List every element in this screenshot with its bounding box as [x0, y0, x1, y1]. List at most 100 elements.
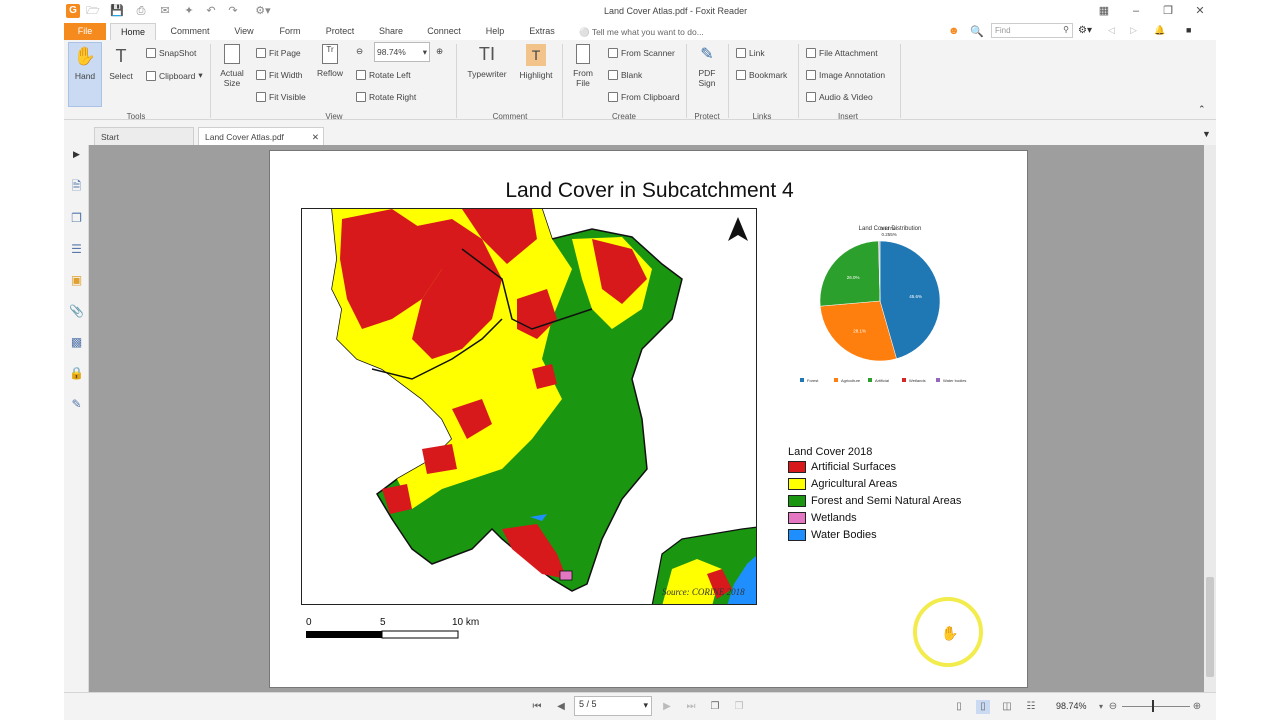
email-icon[interactable]: ✉	[158, 4, 172, 18]
bookmark-button[interactable]: Bookmark	[736, 70, 787, 80]
link-icon	[736, 48, 746, 58]
tab-extras[interactable]: Extras	[526, 23, 558, 40]
single-page-icon[interactable]: ▯	[952, 700, 966, 714]
zoom-in-icon[interactable]: ⊕	[436, 46, 443, 57]
select-button[interactable]: T Select	[106, 46, 136, 81]
tabs-menu-icon[interactable]: ▼	[1202, 129, 1211, 139]
find-input[interactable]: Find ⚲	[991, 23, 1073, 38]
tab-help[interactable]: Help	[482, 23, 508, 40]
continuous-facing-icon[interactable]: ☷	[1024, 700, 1038, 714]
legend-item: Agricultural Areas	[788, 478, 897, 490]
highlight-button[interactable]: T Highlight	[516, 44, 556, 80]
comments-icon[interactable]: ▣	[69, 273, 84, 288]
next-page-icon[interactable]: ▶	[660, 700, 674, 714]
tab-file[interactable]: File	[64, 23, 106, 40]
zoom-slider[interactable]	[1122, 706, 1190, 707]
undo-icon[interactable]: ↶	[204, 4, 218, 18]
camera-icon	[146, 48, 156, 58]
zoom-out-icon[interactable]: ⊖	[1106, 700, 1120, 714]
layout-icon[interactable]: ▦	[1094, 3, 1114, 19]
customize-quick-access-icon[interactable]: ⚙▾	[252, 4, 274, 18]
legend-swatch	[788, 512, 806, 524]
last-page-icon[interactable]: ⏭	[684, 700, 698, 714]
actual-size-button[interactable]: Actual Size	[216, 44, 248, 88]
from-file-button[interactable]: From File	[568, 44, 598, 88]
clipboard-button[interactable]: Clipboard ▾	[146, 70, 203, 81]
tab-document[interactable]: Land Cover Atlas.pdf ✕	[198, 127, 324, 145]
bookmarks-icon[interactable]: 🗎	[69, 179, 84, 194]
open-icon[interactable]: 🗁	[86, 4, 100, 18]
restore-button[interactable]: ❐	[1158, 3, 1178, 19]
previous-view-icon[interactable]: ❐	[708, 700, 722, 714]
layers-icon[interactable]: ☰	[69, 242, 84, 257]
tab-home[interactable]: Home	[110, 23, 156, 40]
close-button[interactable]: ✕	[1190, 3, 1210, 19]
fit-width-button[interactable]: Fit Width	[256, 70, 303, 80]
bell-icon[interactable]: 🔔	[1154, 25, 1165, 36]
back-icon[interactable]: ◁	[1108, 25, 1115, 36]
document-viewer[interactable]: Land Cover in Subcatchment 4 Source: COR…	[89, 145, 1204, 692]
pdf-sign-button[interactable]: ✎ PDF Sign	[692, 44, 722, 88]
tab-share[interactable]: Share	[374, 23, 408, 40]
from-scanner-button[interactable]: From Scanner	[608, 48, 675, 58]
next-view-icon[interactable]: ❐	[732, 700, 746, 714]
smiley-icon[interactable]: ☻	[948, 25, 960, 37]
expand-panel-icon[interactable]: ▶	[69, 147, 84, 162]
new-icon[interactable]: ✦	[182, 4, 196, 18]
typewriter-button[interactable]: TⅠ Typewriter	[464, 44, 510, 79]
account-icon[interactable]: ■	[1186, 25, 1191, 35]
zoom-in-icon[interactable]: ⊕	[1190, 700, 1204, 714]
redo-icon[interactable]: ↷	[226, 4, 240, 18]
collapse-ribbon-icon[interactable]: ⌃	[1198, 104, 1206, 115]
reflow-button[interactable]: Tr Reflow	[314, 44, 346, 78]
link-button[interactable]: Link	[736, 48, 765, 58]
tab-start[interactable]: Start	[94, 127, 194, 145]
tab-view[interactable]: View	[228, 23, 260, 40]
find-folder-icon[interactable]: 🔍	[970, 25, 984, 38]
attachments-icon[interactable]: 📎	[69, 304, 84, 319]
close-icon[interactable]: ✕	[312, 128, 319, 146]
zoom-slider-thumb[interactable]	[1152, 700, 1154, 712]
first-page-icon[interactable]: ⏮	[530, 700, 544, 714]
tab-form[interactable]: Form	[274, 23, 306, 40]
audio-video-button[interactable]: Audio & Video	[806, 92, 873, 102]
rotate-right-button[interactable]: Rotate Right	[356, 92, 416, 102]
title-bar: G 🗁 💾 ⎙ ✉ ✦ ↶ ↷ ⚙▾ Land Cover Atlas.pdf …	[64, 0, 1216, 23]
search-icon[interactable]: ⚲	[1063, 25, 1069, 34]
foxit-logo[interactable]: G	[66, 4, 80, 18]
page-number-input[interactable]: 5 / 5 ▾	[574, 696, 652, 716]
snapshot-button[interactable]: SnapShot	[146, 48, 196, 58]
facing-page-icon[interactable]: ◫	[1000, 700, 1014, 714]
scanner-icon	[608, 48, 618, 58]
from-clipboard-button[interactable]: From Clipboard	[608, 92, 680, 102]
minimize-button[interactable]: –	[1126, 3, 1146, 19]
scrollbar-thumb[interactable]	[1206, 577, 1214, 677]
settings-icon[interactable]: ⚙▾	[1078, 25, 1092, 36]
pages-icon[interactable]: ❐	[69, 211, 84, 226]
print-icon[interactable]: ⎙	[134, 4, 148, 18]
image-annotation-button[interactable]: Image Annotation	[806, 70, 885, 80]
continuous-page-icon[interactable]: ▯	[976, 700, 990, 714]
file-attachment-button[interactable]: File Attachment	[806, 48, 878, 58]
zoom-select[interactable]: 98.74% ▾	[374, 42, 430, 62]
vertical-scrollbar[interactable]	[1204, 145, 1216, 692]
tab-connect[interactable]: Connect	[424, 23, 464, 40]
save-icon[interactable]: 💾	[110, 4, 124, 18]
lock-icon[interactable]: 🔒	[69, 366, 84, 381]
signatures-icon[interactable]: ▩	[69, 335, 84, 350]
zoom-out-icon[interactable]: ⊖	[356, 46, 363, 57]
fit-visible-button[interactable]: Fit Visible	[256, 92, 306, 102]
fit-page-button[interactable]: Fit Page	[256, 48, 301, 58]
rotate-left-button[interactable]: Rotate Left	[356, 70, 411, 80]
tab-protect[interactable]: Protect	[320, 23, 360, 40]
previous-page-icon[interactable]: ◀	[554, 700, 568, 714]
pie-data-label: 0.255%	[881, 232, 896, 237]
tell-me-search[interactable]: ⚪ Tell me what you want to do...	[579, 27, 704, 38]
blank-button[interactable]: Blank	[608, 70, 642, 80]
forward-icon[interactable]: ▷	[1130, 25, 1137, 36]
hand-button[interactable]: ✋ Hand	[68, 46, 102, 81]
tab-comment[interactable]: Comment	[166, 23, 214, 40]
bookmark-label: Bookmark	[749, 70, 788, 80]
pie-data-label: 28.1%	[853, 329, 866, 334]
security-icon[interactable]: ✎	[69, 397, 84, 412]
